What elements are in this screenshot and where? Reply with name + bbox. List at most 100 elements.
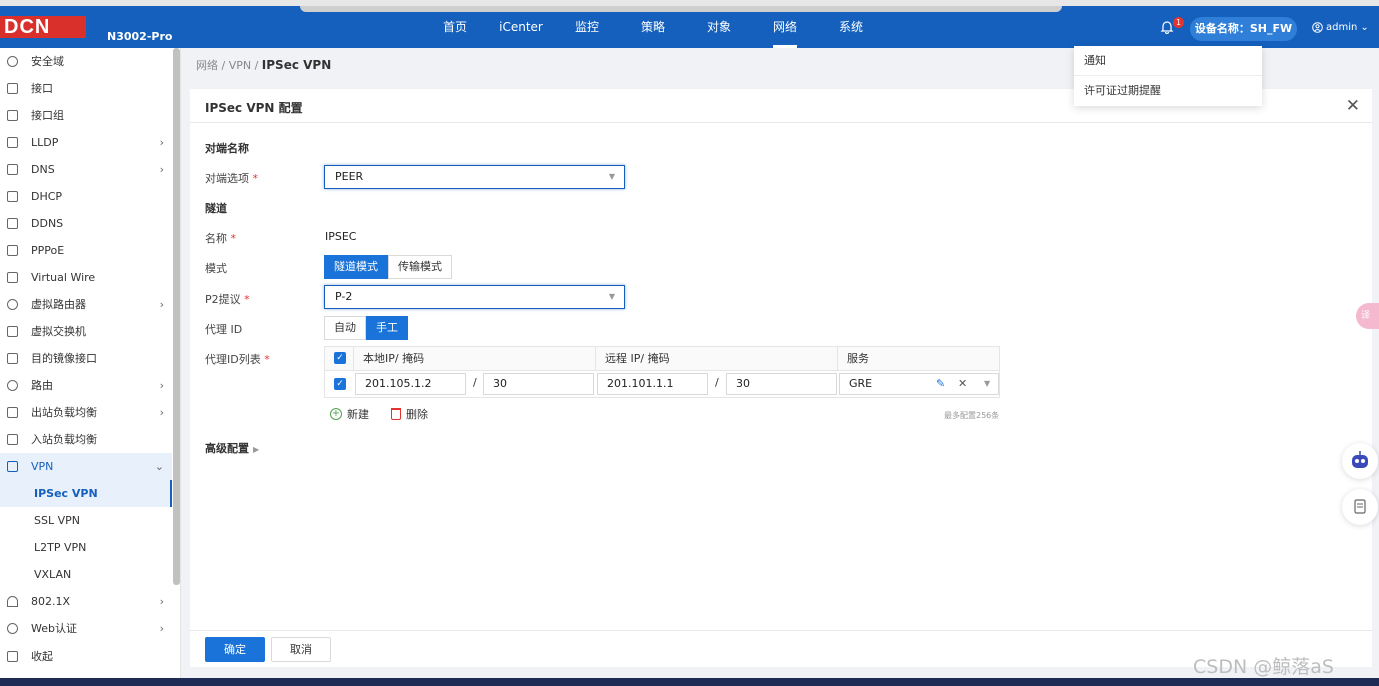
sidebar-item-dhcp[interactable]: DHCP bbox=[0, 183, 172, 210]
peer-option-select[interactable]: PEER ▼ bbox=[324, 165, 625, 189]
assistant-robot-button[interactable] bbox=[1342, 443, 1378, 479]
user-menu[interactable]: admin ⌄ bbox=[1312, 22, 1369, 33]
select-all-checkbox[interactable]: ✓ bbox=[334, 352, 346, 364]
sidebar-item-8021x[interactable]: 802.1X › bbox=[0, 588, 172, 615]
nav-policy[interactable]: 策略 bbox=[620, 6, 686, 48]
proxy-auto-button[interactable]: 自动 bbox=[324, 316, 366, 340]
sidebar-item-ipsec-vpn[interactable]: IPSec VPN bbox=[0, 480, 172, 507]
sidebar: 安全域 接口 接口组 LLDP › DNS › DHCP DDNS PPPoE Vi… bbox=[0, 48, 181, 686]
interface-group-icon bbox=[7, 110, 18, 121]
dhcp-icon bbox=[7, 191, 18, 202]
cancel-button[interactable]: 取消 bbox=[271, 637, 331, 662]
row-checkbox[interactable]: ✓ bbox=[334, 378, 346, 390]
transport-mode-button[interactable]: 传输模式 bbox=[388, 255, 452, 279]
breadcrumb-current: IPSec VPN bbox=[261, 58, 332, 72]
sidebar-item-virtual-router[interactable]: 虚拟路由器 › bbox=[0, 291, 172, 318]
advanced-config-toggle[interactable]: 高级配置 ▶ bbox=[205, 440, 259, 456]
dropdown-caret-icon[interactable]: ▼ bbox=[984, 374, 990, 394]
mode-toggle: 隧道模式 传输模式 bbox=[324, 255, 452, 279]
nav-network[interactable]: 网络 bbox=[752, 6, 818, 48]
nav-monitor[interactable]: 监控 bbox=[554, 6, 620, 48]
sidebar-collapse-button[interactable]: 收起 bbox=[0, 643, 172, 670]
breadcrumb-path[interactable]: 网络 / VPN / bbox=[196, 59, 262, 72]
table-header: ✓ 本地IP/ 掩码 远程 IP/ 掩码 服务 bbox=[324, 346, 1000, 371]
sidebar-item-web-auth[interactable]: Web认证 › bbox=[0, 615, 172, 642]
inbound-lb-icon bbox=[7, 434, 18, 445]
sidebar-item-ddns[interactable]: DDNS bbox=[0, 210, 172, 237]
add-button[interactable]: + 新建 bbox=[330, 406, 369, 422]
table-row: ✓ 201.105.1.2 / 30 201.101.1.1 / 30 GRE … bbox=[324, 371, 1000, 398]
chevron-right-icon: › bbox=[159, 595, 164, 608]
wifi-icon bbox=[7, 596, 18, 607]
sidebar-item-virtual-wire[interactable]: Virtual Wire bbox=[0, 264, 172, 291]
chevron-right-icon: › bbox=[159, 136, 164, 149]
notification-title: 通知 bbox=[1074, 46, 1262, 76]
nav-system[interactable]: 系统 bbox=[818, 6, 884, 48]
confirm-button[interactable]: 确定 bbox=[205, 637, 265, 662]
notification-dropdown: 通知 许可证过期提醒 bbox=[1074, 46, 1262, 106]
table-actions: + 新建 删除 bbox=[330, 406, 428, 422]
clear-icon[interactable]: ✕ bbox=[958, 374, 967, 394]
close-icon[interactable]: ✕ bbox=[1346, 96, 1360, 116]
sidebar-item-virtual-switch[interactable]: 虚拟交换机 bbox=[0, 318, 172, 345]
nav-object[interactable]: 对象 bbox=[686, 6, 752, 48]
sidebar-item-dns[interactable]: DNS › bbox=[0, 156, 172, 183]
trash-icon bbox=[391, 408, 401, 420]
local-mask-input[interactable]: 30 bbox=[483, 373, 594, 395]
edit-icon[interactable]: ✎ bbox=[936, 374, 945, 394]
sidebar-item-interface[interactable]: 接口 bbox=[0, 75, 172, 102]
nav-home[interactable]: 首页 bbox=[422, 6, 488, 48]
remote-ip-input[interactable]: 201.101.1.1 bbox=[597, 373, 708, 395]
p2-proposal-select[interactable]: P-2 ▼ bbox=[324, 285, 625, 309]
dropdown-caret-icon: ▼ bbox=[608, 292, 615, 301]
taskbar-strip bbox=[0, 678, 1379, 686]
nav-icenter[interactable]: iCenter bbox=[488, 6, 554, 48]
name-label: 名称 * bbox=[205, 232, 236, 245]
sidebar-item-outbound-lb[interactable]: 出站负载均衡 › bbox=[0, 399, 172, 426]
notification-item-license[interactable]: 许可证过期提醒 bbox=[1074, 76, 1262, 106]
sidebar-item-pppoe[interactable]: PPPoE bbox=[0, 237, 172, 264]
vpn-icon bbox=[7, 461, 18, 472]
dns-icon bbox=[7, 164, 18, 175]
translate-tab[interactable]: 译 bbox=[1356, 303, 1379, 329]
sidebar-item-lldp[interactable]: LLDP › bbox=[0, 129, 172, 156]
pppoe-icon bbox=[7, 245, 18, 256]
collapse-icon bbox=[7, 651, 18, 662]
sidebar-item-vxlan[interactable]: VXLAN bbox=[0, 561, 172, 588]
sidebar-item-interface-group[interactable]: 接口组 bbox=[0, 102, 172, 129]
tunnel-section-title: 隧道 bbox=[205, 202, 227, 215]
virtual-router-icon bbox=[7, 299, 18, 310]
delete-button[interactable]: 删除 bbox=[391, 406, 428, 422]
remote-mask-input[interactable]: 30 bbox=[726, 373, 837, 395]
sidebar-item-routing[interactable]: 路由 › bbox=[0, 372, 172, 399]
notes-button[interactable] bbox=[1342, 489, 1378, 525]
mirror-icon bbox=[7, 353, 18, 364]
interface-icon bbox=[7, 83, 18, 94]
sidebar-item-vpn[interactable]: VPN ⌄ bbox=[0, 453, 172, 480]
plus-icon: + bbox=[330, 408, 342, 420]
sidebar-item-ssl-vpn[interactable]: SSL VPN bbox=[0, 507, 172, 534]
peer-section-title: 对端名称 bbox=[205, 142, 249, 155]
web-auth-icon bbox=[7, 623, 18, 634]
sidebar-item-mirror-interface[interactable]: 目的镜像接口 bbox=[0, 345, 172, 372]
routing-icon bbox=[7, 380, 18, 391]
document-icon bbox=[1354, 499, 1366, 514]
device-model: N3002-Pro bbox=[107, 30, 173, 43]
proxy-id-table: ✓ 本地IP/ 掩码 远程 IP/ 掩码 服务 ✓ 201.105.1.2 / … bbox=[324, 346, 1000, 398]
virtual-wire-icon bbox=[7, 272, 18, 283]
sidebar-item-security-zone[interactable]: 安全域 bbox=[0, 48, 172, 75]
bell-icon[interactable] bbox=[1160, 20, 1174, 34]
peer-option-label: 对端选项 * bbox=[205, 172, 258, 185]
proxy-manual-button[interactable]: 手工 bbox=[366, 316, 408, 340]
local-ip-input[interactable]: 201.105.1.2 bbox=[355, 373, 466, 395]
sidebar-scrollbar[interactable] bbox=[173, 48, 180, 585]
tunnel-mode-button[interactable]: 隧道模式 bbox=[324, 255, 388, 279]
mode-label: 模式 bbox=[205, 262, 227, 275]
ddns-icon bbox=[7, 218, 18, 229]
sidebar-item-l2tp-vpn[interactable]: L2TP VPN bbox=[0, 534, 172, 561]
service-select[interactable]: GRE ✎ ✕ ▼ bbox=[839, 373, 999, 395]
breadcrumb: 网络 / VPN / IPSec VPN bbox=[196, 57, 331, 73]
max-entries-note: 最多配置256条 bbox=[944, 411, 1000, 420]
sidebar-item-inbound-lb[interactable]: 入站负载均衡 bbox=[0, 426, 172, 453]
zone-icon bbox=[7, 56, 18, 67]
